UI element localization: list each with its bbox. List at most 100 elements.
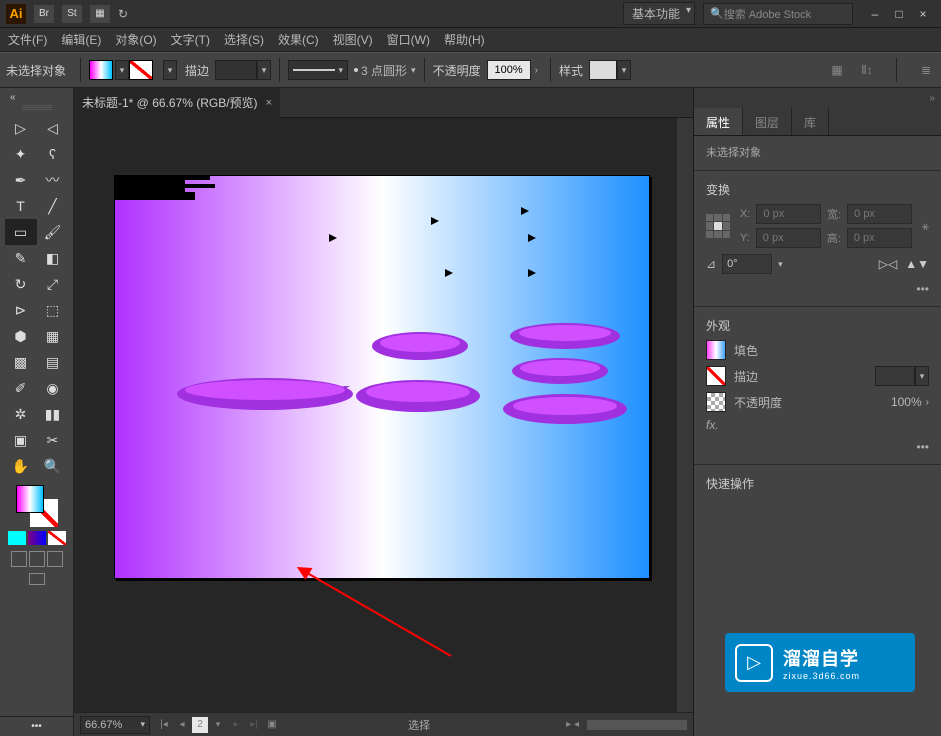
menu-object[interactable]: 对象(O) xyxy=(115,31,156,48)
color-mode-color[interactable] xyxy=(8,531,26,545)
rotate-tool[interactable]: ↻ xyxy=(5,271,37,297)
opacity-input[interactable]: 100% xyxy=(487,60,531,80)
stock-search-input[interactable]: 🔍 搜索 Adobe Stock xyxy=(703,3,853,25)
type-tool[interactable]: T xyxy=(5,193,37,219)
horizontal-scrollbar-thumb[interactable] xyxy=(587,720,687,730)
direct-selection-tool[interactable]: ◁ xyxy=(37,115,69,141)
draw-inside[interactable] xyxy=(47,551,63,567)
tab-layers[interactable]: 图层 xyxy=(743,108,792,135)
prev-artboard-button[interactable]: ◂ xyxy=(174,717,190,733)
color-mode-none[interactable] xyxy=(48,531,66,545)
rotation-dropdown[interactable]: ▾ xyxy=(778,259,783,270)
lasso-tool[interactable]: ʕ xyxy=(37,141,69,167)
appearance-stroke-swatch[interactable] xyxy=(706,366,726,386)
draw-behind[interactable] xyxy=(29,551,45,567)
artboard-tool[interactable]: ▣ xyxy=(5,427,37,453)
fill-dropdown[interactable]: ▾ xyxy=(115,60,129,80)
vertical-scrollbar[interactable] xyxy=(677,118,693,712)
opacity-slider-icon[interactable]: › xyxy=(926,397,929,408)
close-button[interactable]: × xyxy=(911,4,935,24)
menu-file[interactable]: 文件(F) xyxy=(8,31,47,48)
opacity-menu-icon[interactable]: › xyxy=(535,65,538,76)
appearance-stroke-weight-input[interactable] xyxy=(875,366,915,386)
workspace-dropdown[interactable]: 基本功能 xyxy=(623,2,695,25)
menu-view[interactable]: 视图(V) xyxy=(333,31,373,48)
stroke-weight-stepper[interactable]: ▾ xyxy=(257,60,271,80)
rotation-input[interactable]: 0° xyxy=(722,254,772,274)
preferences-button[interactable]: ⦀↕ xyxy=(858,61,876,79)
menu-effect[interactable]: 效果(C) xyxy=(278,31,319,48)
tab-close-icon[interactable]: × xyxy=(266,97,272,109)
perspective-grid-tool[interactable]: ▦ xyxy=(37,323,69,349)
last-artboard-button[interactable]: ▸| xyxy=(246,717,262,733)
menu-type[interactable]: 文字(T) xyxy=(171,31,210,48)
edit-toolbar-button[interactable]: ••• xyxy=(0,716,73,736)
bridge-launcher-button[interactable]: Br xyxy=(34,5,54,23)
toolbox-close-icon[interactable]: « xyxy=(10,92,16,103)
mesh-tool[interactable]: ▩ xyxy=(5,349,37,375)
maximize-button[interactable]: □ xyxy=(887,4,911,24)
add-effect-button[interactable]: fx. xyxy=(706,418,929,432)
minimize-button[interactable]: – xyxy=(863,4,887,24)
line-segment-tool[interactable]: ╱ xyxy=(37,193,69,219)
paintbrush-tool[interactable]: 🖌 xyxy=(37,219,69,245)
arrange-documents-button[interactable]: ▦ xyxy=(90,5,110,23)
fill-swatch[interactable] xyxy=(16,485,44,513)
brush-yi[interactable] xyxy=(170,366,360,421)
menu-help[interactable]: 帮助(H) xyxy=(444,31,485,48)
black-stroke-3c[interactable] xyxy=(115,196,195,200)
brush-er[interactable] xyxy=(350,326,490,426)
blend-tool[interactable]: ◉ xyxy=(37,375,69,401)
horizontal-scroll-left-icon[interactable]: ▸ ◂ xyxy=(558,719,587,730)
scale-tool[interactable]: ⤢ xyxy=(37,271,69,297)
stroke-swatch-button[interactable] xyxy=(129,60,153,80)
shape-builder-tool[interactable]: ⬢ xyxy=(5,323,37,349)
brush-profile-dropdown[interactable]: ▾ xyxy=(288,60,348,80)
align-options-button[interactable]: ≣ xyxy=(917,61,935,79)
brush-san[interactable] xyxy=(490,321,640,436)
brush-definition-dropdown[interactable]: 3 点圆形▾ xyxy=(354,62,416,79)
menu-window[interactable]: 窗口(W) xyxy=(387,31,430,48)
y-input[interactable]: 0 px xyxy=(756,228,821,248)
appearance-opacity-swatch[interactable] xyxy=(706,392,726,412)
draw-normal[interactable] xyxy=(11,551,27,567)
appearance-stroke-weight-dropdown[interactable]: ▾ xyxy=(915,366,929,386)
eraser-tool[interactable]: ◧ xyxy=(37,245,69,271)
x-input[interactable]: 0 px xyxy=(756,204,821,224)
artboard-index-input[interactable]: 2 xyxy=(192,717,208,733)
constrain-proportions-icon[interactable]: ⚹ xyxy=(922,219,929,234)
appearance-more-options-icon[interactable]: ••• xyxy=(916,440,929,454)
panel-collapse-icon[interactable]: » xyxy=(694,88,941,108)
style-dropdown[interactable]: ▾ xyxy=(617,60,631,80)
stroke-dropdown[interactable]: ▾ xyxy=(163,60,177,80)
change-screen-mode[interactable] xyxy=(29,573,45,585)
zoom-tool[interactable]: 🔍 xyxy=(37,453,69,479)
hand-tool[interactable]: ✋ xyxy=(5,453,37,479)
stock-launcher-button[interactable]: St xyxy=(62,5,82,23)
height-input[interactable]: 0 px xyxy=(847,228,912,248)
symbol-sprayer-tool[interactable]: ✲ xyxy=(5,401,37,427)
appearance-opacity-value[interactable]: 100% xyxy=(891,395,922,409)
fill-swatch-button[interactable] xyxy=(89,60,113,80)
artboard-nav-tool-icon[interactable]: ▣ xyxy=(264,717,280,733)
reference-point-selector[interactable] xyxy=(706,214,730,238)
artboard[interactable] xyxy=(114,175,650,579)
color-mode-gradient[interactable] xyxy=(28,531,46,545)
flip-horizontal-button[interactable]: ▷◁ xyxy=(879,257,897,271)
fill-stroke-control[interactable] xyxy=(16,485,58,527)
artboard-index-dropdown[interactable]: ▾ xyxy=(210,717,226,733)
toolbox-grip[interactable] xyxy=(22,105,52,111)
rectangle-tool[interactable]: ▭ xyxy=(5,219,37,245)
transform-more-options-icon[interactable]: ••• xyxy=(916,282,929,296)
appearance-fill-swatch[interactable] xyxy=(706,340,726,360)
free-transform-tool[interactable]: ⬚ xyxy=(37,297,69,323)
canvas-viewport[interactable] xyxy=(74,118,693,712)
tab-libraries[interactable]: 库 xyxy=(792,108,829,135)
column-graph-tool[interactable]: ▮▮ xyxy=(37,401,69,427)
next-artboard-button[interactable]: ▸ xyxy=(228,717,244,733)
gradient-tool[interactable]: ▤ xyxy=(37,349,69,375)
stroke-weight-input[interactable] xyxy=(215,60,257,80)
shaper-tool[interactable]: ✎ xyxy=(5,245,37,271)
slice-tool[interactable]: ✂ xyxy=(37,427,69,453)
tab-properties[interactable]: 属性 xyxy=(694,108,743,135)
